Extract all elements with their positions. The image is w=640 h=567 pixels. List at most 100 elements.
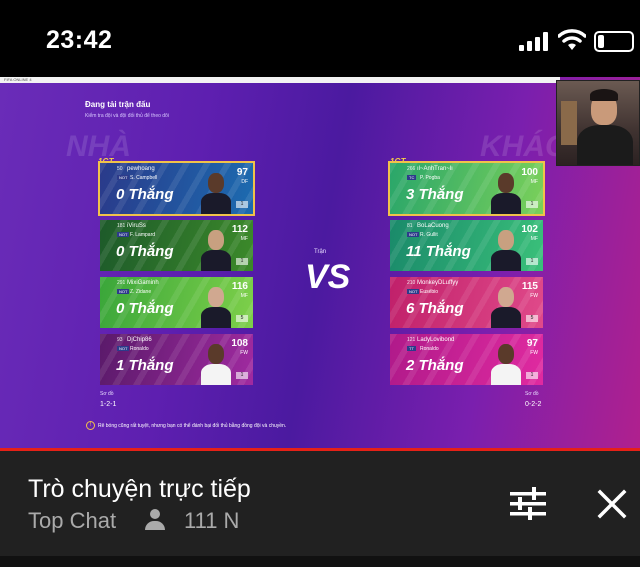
username: MixiGaminh: [127, 280, 159, 286]
vs-text: VS: [305, 258, 351, 296]
team-ovr: 210: [407, 280, 416, 286]
player-portrait: [491, 283, 521, 328]
player-portrait: [201, 340, 231, 385]
player-position: FW: [530, 293, 538, 299]
enhance-level: 1: [236, 258, 248, 265]
win-count: 0 Thắng: [116, 243, 174, 260]
player-position: MF: [240, 236, 248, 242]
player-position: DF: [241, 179, 248, 185]
home-player-card[interactable]: 181 iViruSs NOT F. Lampard 0 Thắng 112 MF 1: [100, 220, 253, 271]
player-portrait: [201, 169, 231, 214]
home-player-card[interactable]: 50 pewhoang NOT S. Campbell 0 Thắng 97 DF 1: [98, 161, 255, 216]
game-window-titlebar: FIFA ONLINE 4: [0, 77, 560, 83]
player-rating: 108: [231, 338, 248, 349]
bottom-strip: [0, 556, 640, 567]
player-portrait: [201, 226, 231, 271]
username: BoLaCuong: [417, 223, 449, 229]
enhance-level: 1: [526, 258, 538, 265]
player-rating: 115: [521, 281, 538, 292]
chat-mode[interactable]: Top Chat: [28, 508, 116, 534]
home-formation: 1-2-1: [100, 401, 117, 408]
info-icon: !: [86, 421, 95, 430]
player-name: P. Pogba: [420, 175, 440, 181]
loading-subtitle: Kiểm tra đội và đội đối thủ để theo dõi: [85, 113, 169, 119]
away-player-card[interactable]: 121 LadyLovibond TT Ronaldo 2 Thắng 97 FW 1: [390, 334, 543, 385]
club-tag: NOT: [117, 346, 130, 351]
club-tag: NOT: [117, 175, 130, 180]
player-position: MF: [530, 179, 538, 185]
username: pewhoang: [127, 166, 155, 172]
team-ovr: 93: [117, 337, 123, 343]
close-icon[interactable]: [594, 486, 630, 522]
username: DjChip86: [127, 337, 152, 343]
team-ovr: 81: [407, 223, 413, 229]
player-name: Z. Zidane: [130, 289, 152, 295]
enhance-level: 1: [236, 372, 248, 379]
tip: ! Rê bóng cũng rất tuyệt, nhưng bạn có th…: [86, 421, 286, 430]
screen: 23:42 FIFA ONLINE 4 Đang tải trận đấu Ki…: [0, 0, 640, 567]
enhance-level: 5: [236, 315, 248, 322]
team-ovr: 50: [117, 166, 123, 172]
video-player[interactable]: FIFA ONLINE 4 Đang tải trận đấu Kiểm tra…: [0, 77, 640, 448]
live-chat-title: Trò chuyện trực tiếp: [28, 475, 251, 503]
team-ovr: 266: [407, 166, 416, 172]
club-tag: NOT: [117, 289, 130, 294]
username: ıl~AnhTran~lı: [417, 166, 453, 172]
away-player-card[interactable]: 266 ıl~AnhTran~lı TC P. Pogba 3 Thắng 100 MF 1: [388, 161, 545, 216]
clock: 23:42: [46, 26, 113, 54]
player-position: FW: [240, 350, 248, 356]
player-name: Eusébio: [420, 289, 439, 295]
username: MonkeyDLuffyy: [417, 280, 459, 286]
team-ovr: 181: [117, 223, 126, 229]
status-bar: 23:42: [0, 0, 640, 80]
away-player-card[interactable]: 81 BoLaCuong NOT R. Gullit 11 Thắng 102 MF 1: [390, 220, 543, 271]
player-position: FW: [530, 350, 538, 356]
win-count: 0 Thắng: [116, 186, 174, 203]
club-tag: TC: [407, 175, 417, 180]
person-icon: [145, 509, 165, 531]
sliders-icon[interactable]: [508, 486, 548, 522]
cellular-signal-icon: [519, 31, 551, 51]
tip-text: Rê bóng cũng rất tuyệt, nhưng bạn có thể…: [98, 422, 287, 429]
player-rating: 100: [521, 167, 538, 178]
player-name: Ronaldo: [130, 346, 149, 352]
player-position: MF: [530, 236, 538, 242]
player-name: F. Lampard: [130, 232, 156, 238]
streamer-webcam: [556, 80, 640, 166]
enhance-level: 1: [526, 372, 538, 379]
player-portrait: [491, 226, 521, 271]
win-count: 11 Thắng: [406, 243, 471, 260]
player-portrait: [491, 169, 521, 214]
win-count: 1 Thắng: [116, 357, 174, 374]
away-player-card[interactable]: 210 MonkeyDLuffyy NOT Eusébio 6 Thắng 115 FW 5: [390, 277, 543, 328]
viewer-count: 111 N: [184, 508, 240, 533]
home-player-card[interactable]: 291 MixiGaminh NOT Z. Zidane 0 Thắng 116 MF 5: [100, 277, 253, 328]
player-name: S. Campbell: [130, 175, 158, 181]
username: iViruSs: [127, 223, 146, 229]
club-tag: TT: [407, 346, 416, 351]
player-rating: 102: [521, 224, 538, 235]
home-player-card[interactable]: 93 DjChip86 NOT Ronaldo 1 Thắng 108 FW 1: [100, 334, 253, 385]
wifi-icon: [558, 29, 586, 50]
away-formation: 0-2-2: [525, 401, 542, 408]
player-portrait: [491, 340, 521, 385]
battery-icon: [594, 31, 634, 52]
team-ovr: 121: [407, 337, 416, 343]
player-rating: 97: [526, 338, 538, 349]
game-window-label: FIFA ONLINE 4: [4, 77, 32, 82]
club-tag: NOT: [407, 289, 420, 294]
player-name: Ronaldo: [420, 346, 439, 352]
player-rating: 112: [231, 224, 248, 235]
player-portrait: [201, 283, 231, 328]
loading-title: Đang tải trận đấu: [85, 100, 151, 109]
username: LadyLovibond: [417, 337, 455, 343]
win-count: 3 Thắng: [406, 186, 464, 203]
match-label: Trận: [314, 249, 327, 255]
team-ovr: 291: [117, 280, 126, 286]
win-count: 2 Thắng: [406, 357, 464, 374]
enhance-level: 1: [526, 201, 538, 208]
win-count: 0 Thắng: [116, 300, 174, 317]
live-chat-header[interactable]: Trò chuyện trực tiếp Top Chat 111 N: [0, 451, 640, 556]
player-position: MF: [240, 293, 248, 299]
player-rating: 116: [231, 281, 248, 292]
